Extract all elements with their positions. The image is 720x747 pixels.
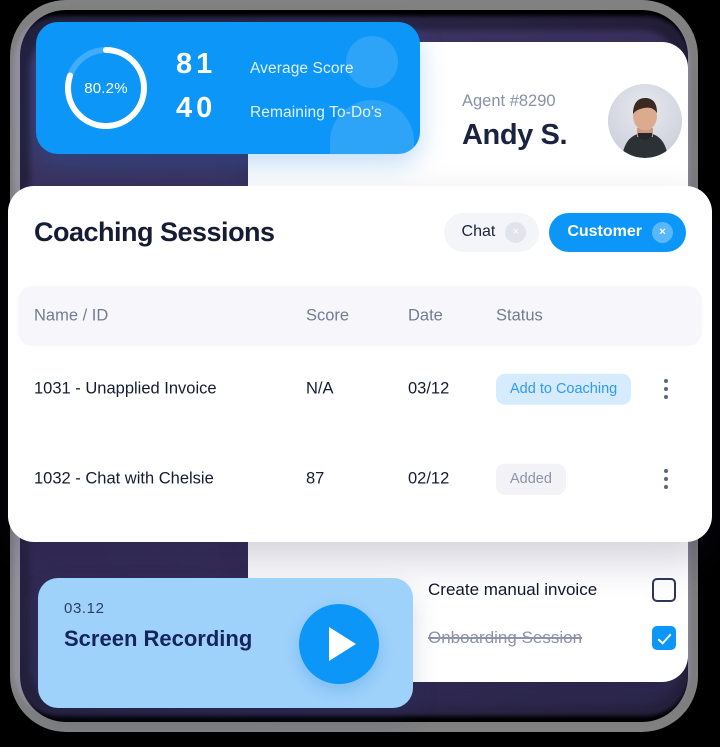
option-label: Create manual invoice xyxy=(428,580,598,599)
option-label: Onboarding Session xyxy=(428,628,583,647)
create-manual-invoice-checkbox[interactable] xyxy=(652,578,676,602)
agent-name: Andy S. xyxy=(462,119,568,151)
cell-score: N/A xyxy=(306,379,334,398)
stats-rows: 81 Average Score 40 Remaining To-Do's xyxy=(176,48,382,136)
close-icon[interactable]: × xyxy=(505,221,527,243)
option-row-create-manual-invoice[interactable]: Create manual invoice xyxy=(428,578,676,602)
progress-donut: 80.2% xyxy=(60,42,152,134)
cell-score: 87 xyxy=(306,469,325,488)
kebab-menu-icon[interactable] xyxy=(664,469,668,489)
stat-label: Remaining To-Do's xyxy=(250,104,382,121)
row-menu-button[interactable] xyxy=(664,469,668,489)
filter-chip-chat[interactable]: Chat × xyxy=(443,212,540,252)
stats-card: 80.2% 81 Average Score 40 Remaining To-D… xyxy=(36,22,420,154)
add-to-coaching-button[interactable]: Add to Coaching xyxy=(496,373,632,405)
stat-value: 81 xyxy=(176,48,217,80)
column-header-status: Status xyxy=(496,306,543,325)
filter-chip-label: Chat xyxy=(461,223,496,240)
coaching-sessions-header: Coaching Sessions Chat × Customer × xyxy=(34,210,686,254)
cell-date: 02/12 xyxy=(408,469,450,488)
status-badge-added: Added xyxy=(496,463,566,495)
table-row[interactable]: 1031 - Unapplied Invoice N/A 03/12 Add t… xyxy=(18,359,702,419)
screen-recording-card[interactable]: 03.12 Screen Recording xyxy=(38,578,413,708)
stat-average-score: 81 Average Score xyxy=(176,48,382,92)
column-header-score: Score xyxy=(306,306,350,325)
cell-name-id: 1032 - Chat with Chelsie xyxy=(34,469,214,488)
stat-value: 40 xyxy=(176,92,217,124)
stat-remaining-todos: 40 Remaining To-Do's xyxy=(176,92,382,136)
filter-chip-customer[interactable]: Customer × xyxy=(549,212,686,252)
cell-status: Add to Coaching xyxy=(496,373,632,405)
avatar xyxy=(608,84,682,158)
progress-donut-value: 80.2% xyxy=(84,79,128,97)
agent-id: Agent #8290 xyxy=(462,92,556,110)
column-header-name-id: Name / ID xyxy=(34,306,109,325)
screenshot-stage: Agent #8290 Andy S. Create manual invoic… xyxy=(0,0,720,747)
onboarding-session-checkbox[interactable] xyxy=(652,626,676,650)
recording-date: 03.12 xyxy=(64,600,105,617)
agent-summary: Agent #8290 Andy S. xyxy=(462,84,682,158)
kebab-menu-icon[interactable] xyxy=(664,379,668,399)
cell-date: 03/12 xyxy=(408,379,450,398)
page-title: Coaching Sessions xyxy=(34,216,275,247)
play-icon xyxy=(328,627,356,661)
row-menu-button[interactable] xyxy=(664,379,668,399)
cell-status: Added xyxy=(496,463,566,495)
coaching-sessions-card: Coaching Sessions Chat × Customer × Name… xyxy=(8,186,712,542)
filter-chips: Chat × Customer × xyxy=(443,212,686,252)
close-icon[interactable]: × xyxy=(652,221,673,243)
agent-text-block: Agent #8290 Andy S. xyxy=(462,90,568,152)
recording-title: Screen Recording xyxy=(64,626,253,651)
column-header-date: Date xyxy=(408,306,443,325)
stat-label: Average Score xyxy=(250,60,354,77)
table-row[interactable]: 1032 - Chat with Chelsie 87 02/12 Added xyxy=(18,449,702,509)
cell-name-id: 1031 - Unapplied Invoice xyxy=(34,379,217,398)
play-button[interactable] xyxy=(299,604,379,684)
table-header-row: Name / ID Score Date Status xyxy=(18,286,702,346)
filter-chip-label: Customer xyxy=(567,223,642,240)
option-row-onboarding-session[interactable]: Onboarding Session xyxy=(428,626,676,650)
